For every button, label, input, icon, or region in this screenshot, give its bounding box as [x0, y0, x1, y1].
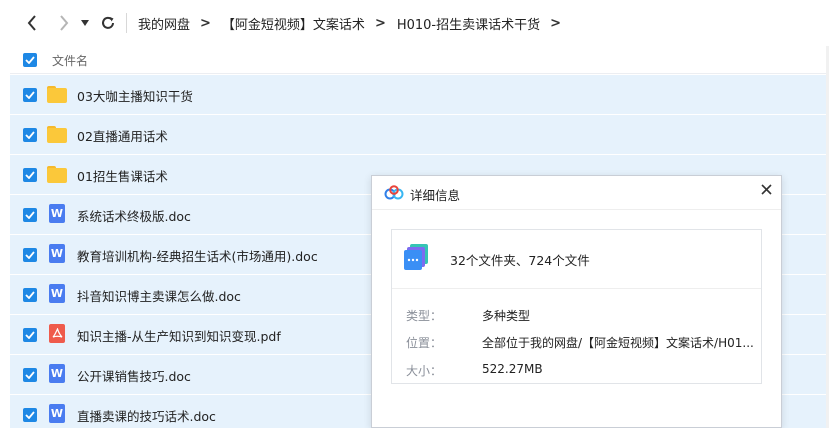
- detail-card: 32个文件夹、724个文件 类型： 多种类型 位置： 全部位于我的网盘/【阿金短…: [391, 229, 762, 384]
- folder-icon: [47, 84, 67, 104]
- file-name[interactable]: 02直播通用话术: [77, 126, 168, 145]
- check-icon: [25, 251, 35, 259]
- select-all-checkbox[interactable]: [23, 53, 37, 67]
- check-icon: [25, 131, 35, 139]
- breadcrumb-item[interactable]: H010-招生卖课话术干货: [395, 14, 542, 33]
- chevron-right-icon: [60, 15, 69, 31]
- row-checkbox[interactable]: [23, 368, 37, 382]
- breadcrumb-separator-icon: >: [200, 15, 211, 31]
- list-item[interactable]: 03大咖主播知识干货: [10, 75, 829, 114]
- cloud-logo-icon: [384, 185, 404, 200]
- close-button[interactable]: [756, 179, 776, 199]
- folder-icon: [47, 164, 67, 184]
- multi-file-icon: [404, 244, 428, 270]
- refresh-icon: [102, 16, 114, 29]
- size-value: 522.27MB: [482, 362, 543, 376]
- check-icon: [25, 291, 35, 299]
- breadcrumb: 我的网盘 > 【阿金短视频】文案话术 > H010-招生卖课话术干货 >: [136, 0, 570, 46]
- location-label: 位置：: [406, 336, 443, 350]
- file-name[interactable]: 系统话术终极版.doc: [77, 206, 191, 225]
- check-icon: [25, 56, 35, 64]
- column-header-filename[interactable]: 文件名: [52, 52, 88, 69]
- check-icon: [25, 211, 35, 219]
- divider: [392, 288, 761, 289]
- row-checkbox[interactable]: [23, 408, 37, 422]
- check-icon: [25, 331, 35, 339]
- word-doc-icon: W: [47, 204, 67, 224]
- forward-button[interactable]: [50, 9, 78, 37]
- pdf-icon: [47, 324, 67, 344]
- folder-icon: [47, 124, 67, 144]
- breadcrumb-separator-icon[interactable]: >: [542, 16, 570, 31]
- row-checkbox[interactable]: [23, 128, 37, 142]
- file-name[interactable]: 直播卖课的技巧话术.doc: [77, 406, 216, 425]
- breadcrumb-separator-icon: >: [374, 15, 386, 31]
- file-list-header: 文件名: [10, 46, 829, 74]
- check-icon: [25, 91, 35, 99]
- file-name[interactable]: 抖音知识博主卖课怎么做.doc: [77, 286, 241, 305]
- file-name[interactable]: 教育培训机构-经典招生话术(市场通用).doc: [77, 246, 318, 265]
- dialog-title: 详细信息: [410, 188, 461, 203]
- word-doc-icon: W: [47, 284, 67, 304]
- detail-info-dialog: 详细信息 32个文件夹、724个文件 类型： 多种类型 位置： 全部位于我的网盘…: [371, 175, 782, 428]
- row-checkbox[interactable]: [23, 168, 37, 182]
- check-icon: [25, 371, 35, 379]
- file-name[interactable]: 01招生售课话术: [77, 166, 168, 185]
- selection-summary: 32个文件夹、724个文件: [450, 253, 590, 268]
- breadcrumb-item[interactable]: 【阿金短视频】文案话术: [220, 14, 367, 33]
- caret-down-icon: [81, 20, 89, 26]
- row-checkbox[interactable]: [23, 208, 37, 222]
- row-checkbox[interactable]: [23, 88, 37, 102]
- location-value[interactable]: 全部位于我的网盘/【阿金短视频】文案话术/H01...: [482, 334, 754, 351]
- nav-divider: [126, 13, 127, 33]
- back-button[interactable]: [18, 9, 46, 37]
- row-checkbox[interactable]: [23, 288, 37, 302]
- list-item[interactable]: 02直播通用话术: [10, 115, 829, 154]
- row-checkbox[interactable]: [23, 328, 37, 342]
- word-doc-icon: W: [47, 364, 67, 384]
- check-icon: [25, 411, 35, 419]
- breadcrumb-item[interactable]: 我的网盘: [136, 14, 192, 33]
- type-label: 类型：: [406, 309, 443, 323]
- size-label: 大小：: [406, 364, 443, 378]
- history-dropdown-button[interactable]: [76, 9, 94, 37]
- navigation-bar: 我的网盘 > 【阿金短视频】文案话术 > H010-招生卖课话术干货 >: [0, 0, 829, 46]
- file-name[interactable]: 03大咖主播知识干货: [77, 86, 193, 105]
- row-checkbox[interactable]: [23, 248, 37, 262]
- file-name[interactable]: 知识主播-从生产知识到知识变现.pdf: [77, 326, 281, 345]
- word-doc-icon: W: [47, 404, 67, 424]
- refresh-button[interactable]: [94, 9, 122, 37]
- check-icon: [25, 171, 35, 179]
- word-doc-icon: W: [47, 244, 67, 264]
- dialog-header: 详细信息: [372, 176, 781, 210]
- chevron-left-icon: [27, 15, 36, 31]
- file-name[interactable]: 公开课销售技巧.doc: [77, 366, 191, 385]
- close-icon: [760, 183, 772, 195]
- type-value: 多种类型: [482, 309, 531, 323]
